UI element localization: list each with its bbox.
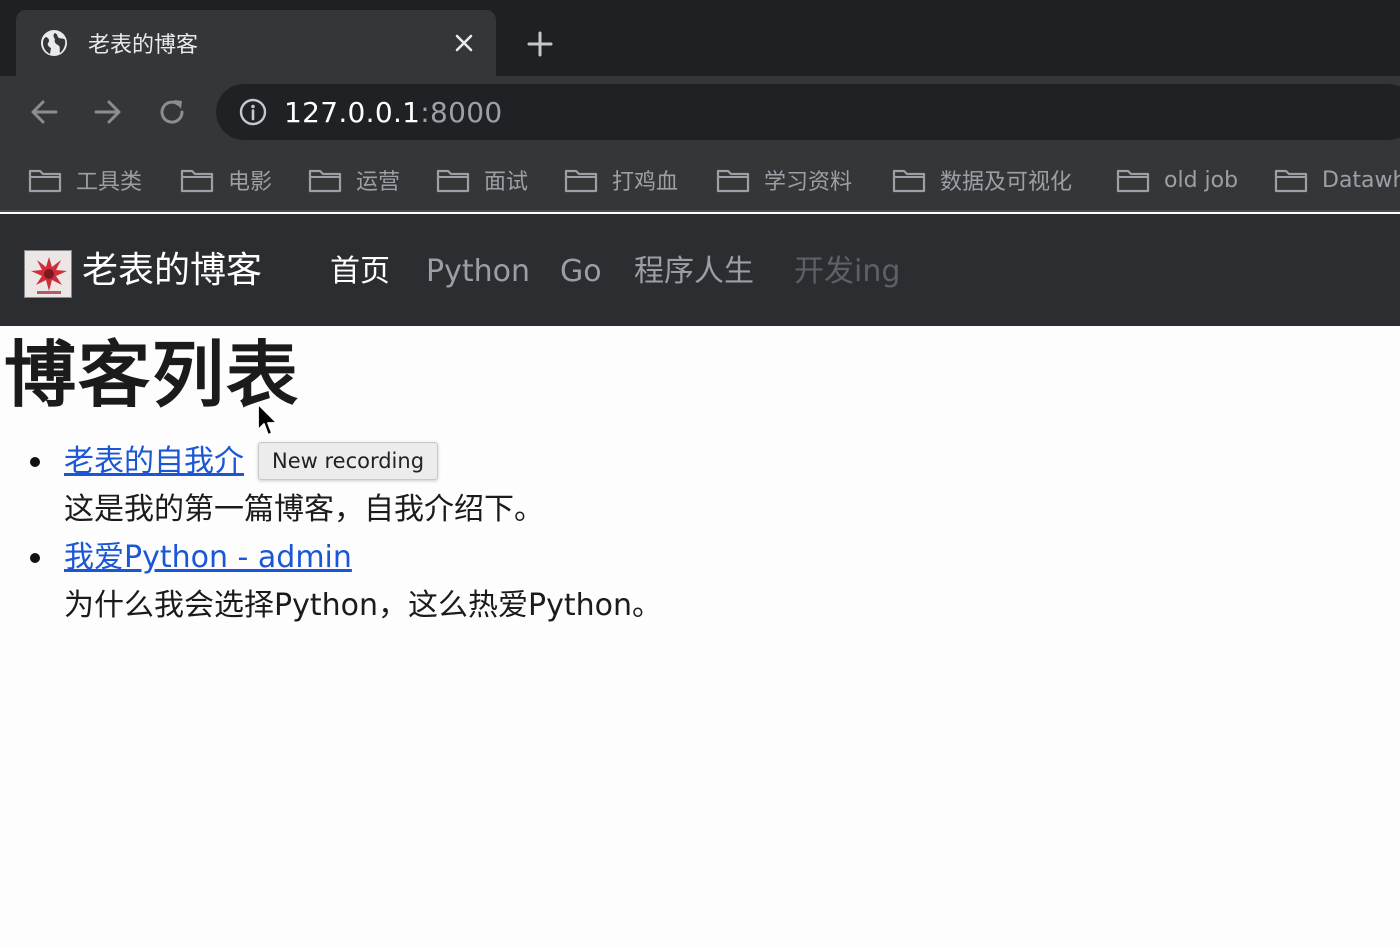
- browser-tabstrip: 老表的博客: [0, 0, 1400, 76]
- nav-link-home[interactable]: 首页: [330, 250, 390, 294]
- site-logo[interactable]: [24, 250, 72, 298]
- browser-toolbar: 127.0.0.1:8000: [0, 76, 1400, 148]
- bookmark-label: Datawh: [1322, 167, 1400, 193]
- nav-link-in-development: 开发ing: [794, 254, 901, 289]
- bookmark-folder[interactable]: 面试: [436, 162, 528, 198]
- post-title-link[interactable]: 我爱Python - admin: [64, 534, 352, 582]
- url-host: 127.0.0.1: [284, 95, 421, 129]
- bookmark-label: 电影: [228, 170, 273, 195]
- mouse-pointer-icon: [257, 403, 278, 436]
- reload-icon[interactable]: [154, 94, 190, 130]
- folder-icon: [892, 169, 926, 193]
- bookmark-folder[interactable]: Datawh: [1274, 162, 1400, 198]
- bullet: [30, 457, 40, 467]
- bookmark-label: old job: [1164, 167, 1239, 193]
- nav-link-programmer-life[interactable]: 程序人生: [634, 250, 754, 294]
- bookmark-label: 学习资料: [764, 170, 853, 195]
- nav-link-go[interactable]: Go: [560, 250, 602, 294]
- post-excerpt: 这是我的第一篇博客，自我介绍下。: [64, 492, 544, 527]
- site-navbar: 老表的博客 首页 Python Go 程序人生 开发ing: [0, 214, 1400, 326]
- back-arrow-icon[interactable]: [26, 94, 62, 130]
- info-icon[interactable]: [238, 97, 268, 127]
- folder-icon: [1274, 169, 1308, 193]
- bookmark-folder[interactable]: 学习资料: [716, 162, 852, 198]
- folder-icon: [716, 169, 750, 193]
- post-excerpt: 为什么我会选择Python，这么热爱Python。: [64, 588, 662, 623]
- bookmark-folder[interactable]: old job: [1116, 162, 1238, 198]
- folder-icon: [308, 169, 342, 193]
- bookmark-label: 数据及可视化: [940, 170, 1073, 195]
- bookmark-folder[interactable]: 运营: [308, 162, 400, 198]
- address-url: 127.0.0.1:8000: [284, 96, 503, 129]
- bullet: [30, 553, 40, 563]
- site-brand[interactable]: 老表的博客: [82, 246, 262, 296]
- bookmark-label: 打鸡血: [612, 170, 679, 195]
- bookmark-folder[interactable]: 打鸡血: [564, 162, 678, 198]
- bookmark-folder[interactable]: 电影: [180, 162, 272, 198]
- folder-icon: [28, 169, 62, 193]
- forward-arrow-icon[interactable]: [90, 94, 126, 130]
- bookmark-label: 工具类: [76, 170, 143, 195]
- bookmarks-bar: 工具类 电影 运营 面试 打鸡血 学习资料 数据及可视化 old job Dat…: [0, 148, 1400, 212]
- tab-title: 老表的博客: [88, 33, 199, 58]
- folder-icon: [1116, 169, 1150, 193]
- tooltip: New recording: [258, 442, 439, 480]
- close-icon[interactable]: [450, 29, 478, 57]
- folder-icon: [564, 169, 598, 193]
- list-item: 我爱Python - admin 为什么我会选择Python，这么热爱Pytho…: [0, 534, 900, 630]
- url-port: :8000: [420, 95, 503, 129]
- post-list: 老表的自我介 这是我的第一篇博客，自我介绍下。 我爱Python - admin…: [0, 438, 900, 630]
- bookmark-folder[interactable]: 工具类: [28, 162, 142, 198]
- bookmark-label: 面试: [484, 170, 529, 195]
- address-bar[interactable]: 127.0.0.1:8000: [216, 84, 1400, 140]
- new-tab-plus-icon[interactable]: [522, 26, 558, 62]
- bookmark-folder[interactable]: 数据及可视化: [892, 162, 1072, 198]
- folder-icon: [180, 169, 214, 193]
- browser-tab[interactable]: 老表的博客: [16, 10, 496, 76]
- folder-icon: [436, 169, 470, 193]
- globe-icon: [40, 29, 68, 57]
- list-item: 老表的自我介 这是我的第一篇博客，自我介绍下。: [0, 438, 900, 534]
- bookmark-label: 运营: [356, 170, 401, 195]
- post-title-link[interactable]: 老表的自我介: [64, 438, 244, 486]
- nav-link-python[interactable]: Python: [426, 250, 530, 294]
